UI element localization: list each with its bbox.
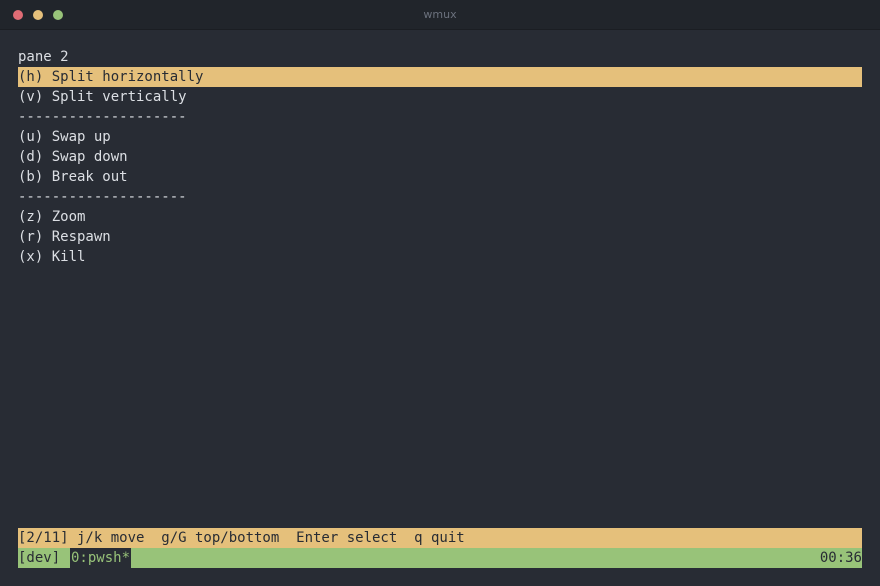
status-session[interactable]: [dev] (18, 548, 69, 568)
menu-item[interactable]: (x) Kill (18, 247, 862, 267)
menu-separator: -------------------- (18, 109, 187, 125)
menu-item[interactable]: (u) Swap up (18, 127, 862, 147)
title-bar: wmux (0, 0, 880, 30)
menu-item[interactable]: (h) Split horizontally (18, 67, 862, 87)
menu-header: pane 2 (18, 49, 69, 65)
menu-items: (h) Split horizontally (v) Split vertical… (18, 67, 862, 267)
menu-item[interactable]: (d) Swap down (18, 147, 862, 167)
menu-item[interactable]: (z) Zoom (18, 207, 862, 227)
menu-item[interactable]: (r) Respawn (18, 227, 862, 247)
terminal-window: wmux pane 2 (h) Split horizontally (v) Sp… (0, 0, 880, 586)
menu-item[interactable]: (v) Split vertically (18, 87, 862, 107)
status-bar: [dev] 0:pwsh* 00:36 (18, 548, 862, 568)
pane-menu: pane 2 (h) Split horizontally (v) Split v… (18, 47, 862, 267)
status-clock: 00:36 (819, 550, 862, 566)
menu-item[interactable]: (b) Break out (18, 167, 862, 187)
help-bar: [2/11] j/k move g/G top/bottom Enter sel… (18, 528, 862, 548)
status-window-tab[interactable]: 0:pwsh* (70, 548, 132, 568)
menu-separator: -------------------- (18, 189, 187, 205)
window-title: wmux (423, 8, 457, 21)
